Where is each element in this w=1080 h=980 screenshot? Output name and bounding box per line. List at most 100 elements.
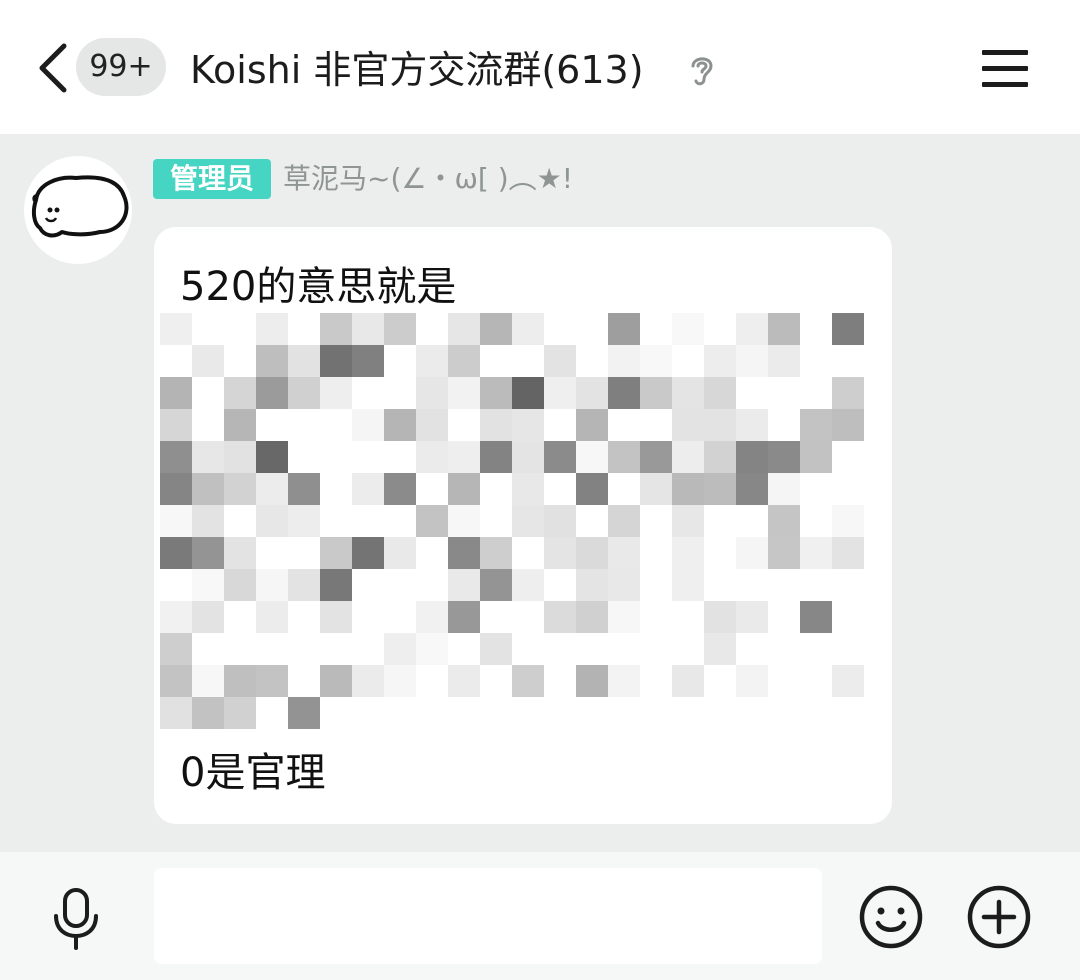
mosaic-tile	[480, 537, 512, 569]
mosaic-tile	[416, 665, 448, 697]
mosaic-tile	[320, 569, 352, 601]
mosaic-tile	[160, 409, 192, 441]
mosaic-tile	[672, 409, 704, 441]
mosaic-tile	[576, 569, 608, 601]
mosaic-tile	[544, 505, 576, 537]
mosaic-tile	[416, 569, 448, 601]
mosaic-tile	[256, 697, 288, 729]
mosaic-tile	[160, 441, 192, 473]
mosaic-tile	[192, 665, 224, 697]
mosaic-tile	[800, 345, 832, 377]
mosaic-tile	[768, 409, 800, 441]
message-bubble[interactable]: 520的意思就是 0是官理	[154, 227, 892, 824]
mosaic-tile	[384, 473, 416, 505]
mosaic-tile	[288, 377, 320, 409]
mosaic-tile	[704, 441, 736, 473]
mosaic-tile	[672, 601, 704, 633]
mosaic-tile	[832, 665, 864, 697]
mosaic-tile	[352, 345, 384, 377]
mosaic-tile	[672, 665, 704, 697]
mosaic-tile	[832, 377, 864, 409]
mosaic-tile	[576, 345, 608, 377]
mosaic-tile	[384, 345, 416, 377]
mosaic-tile	[640, 345, 672, 377]
mosaic-tile	[416, 441, 448, 473]
mosaic-tile	[832, 537, 864, 569]
mosaic-tile	[768, 377, 800, 409]
mosaic-tile	[224, 505, 256, 537]
mosaic-tile	[224, 601, 256, 633]
mosaic-tile	[576, 313, 608, 345]
mosaic-tile	[256, 409, 288, 441]
mosaic-tile	[192, 345, 224, 377]
mosaic-tile	[288, 345, 320, 377]
menu-icon[interactable]	[982, 48, 1028, 88]
mosaic-tile	[384, 537, 416, 569]
mosaic-tile	[704, 505, 736, 537]
unread-count-badge[interactable]: 99+	[76, 38, 166, 96]
mosaic-tile	[448, 441, 480, 473]
mosaic-tile	[416, 345, 448, 377]
mosaic-tile	[608, 409, 640, 441]
group-title[interactable]: Koishi 非官方交流群(613)	[190, 40, 644, 100]
mosaic-tile	[640, 313, 672, 345]
avatar[interactable]	[24, 156, 132, 264]
mosaic-tile	[160, 377, 192, 409]
mosaic-tile	[224, 697, 256, 729]
mosaic-tile	[704, 665, 736, 697]
mosaic-tile	[320, 313, 352, 345]
mosaic-tile	[736, 665, 768, 697]
sender-nickname[interactable]: 草泥马~(∠・ω[ )︵★!	[283, 159, 573, 199]
mosaic-tile	[544, 473, 576, 505]
plus-icon[interactable]	[966, 884, 1032, 950]
mosaic-tile	[288, 409, 320, 441]
mosaic-tile	[736, 601, 768, 633]
mosaic-tile	[800, 441, 832, 473]
mosaic-tile	[704, 601, 736, 633]
input-bar	[0, 852, 1080, 980]
mosaic-tile	[832, 313, 864, 345]
emoji-icon[interactable]	[858, 884, 924, 950]
mosaic-tile	[512, 601, 544, 633]
mosaic-tile	[384, 409, 416, 441]
mosaic-tile	[512, 313, 544, 345]
mosaic-tile	[512, 633, 544, 665]
mosaic-tile	[704, 537, 736, 569]
mosaic-tile	[832, 345, 864, 377]
mosaic-tile	[800, 377, 832, 409]
mosaic-tile	[320, 633, 352, 665]
mosaic-tile	[640, 441, 672, 473]
mosaic-tile	[480, 409, 512, 441]
mosaic-tile	[288, 569, 320, 601]
mosaic-tile	[800, 601, 832, 633]
mosaic-tile	[352, 473, 384, 505]
mosaic-tile	[160, 601, 192, 633]
mosaic-tile	[192, 377, 224, 409]
mosaic-tile	[512, 473, 544, 505]
mosaic-tile	[256, 633, 288, 665]
mosaic-tile	[224, 633, 256, 665]
message-input[interactable]	[154, 868, 822, 964]
mosaic-tile	[160, 345, 192, 377]
mosaic-tile	[512, 377, 544, 409]
mosaic-tile	[192, 601, 224, 633]
mosaic-tile	[192, 441, 224, 473]
mosaic-tile	[832, 505, 864, 537]
mosaic-tile	[768, 665, 800, 697]
mosaic-tile	[480, 441, 512, 473]
mosaic-tile	[288, 473, 320, 505]
mosaic-tile	[576, 633, 608, 665]
mosaic-tile	[448, 569, 480, 601]
mosaic-tile	[192, 633, 224, 665]
mosaic-tile	[352, 505, 384, 537]
chat-area[interactable]: 管理员 草泥马~(∠・ω[ )︵★! 520的意思就是 0是官理	[0, 134, 1080, 852]
mosaic-tile	[672, 473, 704, 505]
mosaic-tile	[288, 633, 320, 665]
mosaic-tile	[736, 313, 768, 345]
mosaic-tile	[768, 345, 800, 377]
chevron-left-icon[interactable]	[34, 40, 74, 96]
microphone-icon[interactable]	[48, 886, 104, 952]
mosaic-tile	[480, 473, 512, 505]
mosaic-tile	[576, 473, 608, 505]
mosaic-tile	[608, 441, 640, 473]
